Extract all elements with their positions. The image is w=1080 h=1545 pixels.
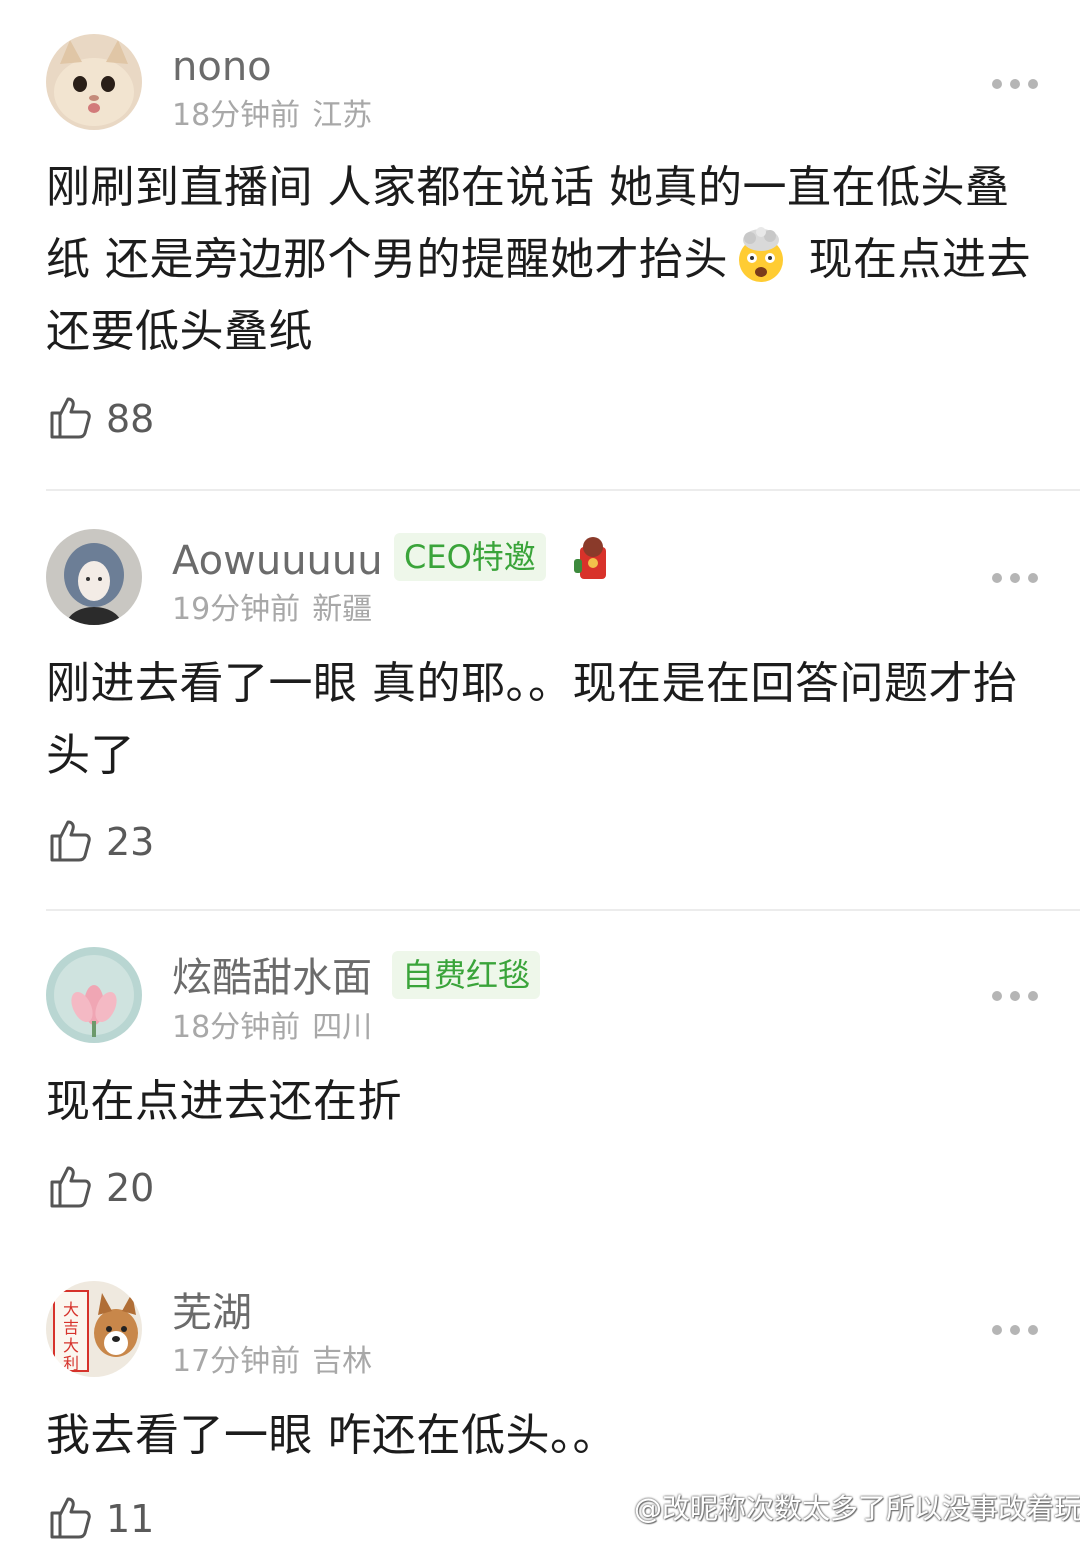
- user-badge: CEO特邀: [394, 533, 546, 581]
- comment-location: 江苏: [312, 98, 373, 133]
- comment-location: 吉林: [312, 1344, 373, 1379]
- comment-time: 17分钟前: [172, 1344, 301, 1379]
- exploding-head-emoji: [732, 226, 790, 284]
- more-options-icon[interactable]: [992, 1323, 1038, 1337]
- like-count: 88: [106, 397, 155, 441]
- more-options-icon[interactable]: [992, 571, 1038, 585]
- thumbs-up-icon: [46, 393, 94, 445]
- comment-meta: 18分钟前 四川: [172, 1010, 372, 1046]
- like-button[interactable]: 20: [46, 1163, 154, 1213]
- like-count: 11: [106, 1497, 155, 1541]
- username[interactable]: 炫酷甜水面: [172, 954, 372, 1002]
- comment-text: 现在点进去还在折: [46, 1076, 402, 1127]
- username[interactable]: 芜湖: [172, 1289, 252, 1337]
- comment-text: 刚刷到直播间 人家都在说话 她真的一直在低头叠纸 还是旁边那个男的提醒她才抬头 …: [46, 152, 1046, 368]
- comment-location: 新疆: [312, 592, 373, 627]
- like-count: 20: [106, 1166, 155, 1210]
- more-options-icon[interactable]: [992, 989, 1038, 1003]
- avatar-cat[interactable]: [46, 34, 142, 130]
- weibo-logo-icon: [592, 1488, 634, 1527]
- username[interactable]: Aowuuuuu: [172, 537, 383, 585]
- divider: [46, 909, 1080, 911]
- comment-meta: 18分钟前 江苏: [172, 98, 372, 134]
- watermark-text: @改昵称次数太多了所以没事改着玩: [634, 1492, 1080, 1525]
- like-button[interactable]: 88: [46, 394, 154, 444]
- avatar-text: 大: [63, 1300, 79, 1319]
- divider: [46, 489, 1080, 491]
- username[interactable]: nono: [172, 43, 272, 91]
- thumbs-up-icon: [46, 816, 94, 868]
- comment-location: 四川: [312, 1010, 373, 1045]
- like-button[interactable]: 11: [46, 1494, 154, 1544]
- svg-text:吉: 吉: [63, 1318, 79, 1337]
- comment-meta: 17分钟前 吉林: [172, 1344, 372, 1380]
- thumbs-up-icon: [46, 1162, 94, 1214]
- like-count: 23: [106, 820, 155, 864]
- more-options-icon[interactable]: [992, 77, 1038, 91]
- svg-text:大: 大: [63, 1336, 79, 1355]
- avatar-girl-hood[interactable]: [46, 529, 142, 625]
- comment-text: 我去看了一眼 咋还在低头。。: [46, 1410, 617, 1461]
- avatar-lotus[interactable]: [46, 947, 142, 1043]
- user-badge: 自费红毯: [392, 951, 541, 999]
- svg-text:利: 利: [63, 1354, 79, 1373]
- comment-text: 刚进去看了一眼 真的耶。。现在是在回答问题才抬头了: [46, 658, 1018, 781]
- comment-meta: 19分钟前 新疆: [172, 592, 372, 628]
- comment-time: 18分钟前: [172, 1010, 301, 1045]
- comment-time: 19分钟前: [172, 592, 301, 627]
- thumbs-up-icon: [46, 1493, 94, 1545]
- comment-time: 18分钟前: [172, 98, 301, 133]
- weibo-watermark: @改昵称次数太多了所以没事改着玩: [592, 1488, 1080, 1526]
- like-button[interactable]: 23: [46, 817, 154, 867]
- avatar-corgi[interactable]: 大 吉 大 利: [46, 1281, 142, 1377]
- red-envelope-icon: [570, 533, 614, 583]
